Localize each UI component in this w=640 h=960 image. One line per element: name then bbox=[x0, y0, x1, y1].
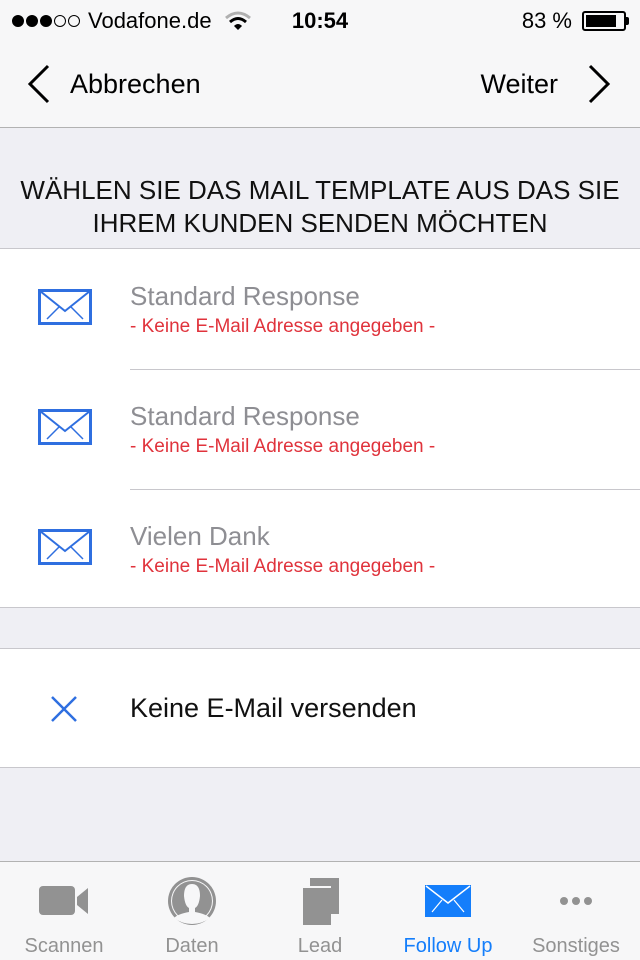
status-bar: Vodafone.de 10:54 83 % bbox=[0, 0, 640, 40]
more-icon bbox=[560, 897, 592, 905]
battery-icon bbox=[582, 11, 630, 31]
cancel-label: Abbrechen bbox=[70, 68, 201, 99]
tab-daten[interactable]: Daten bbox=[128, 862, 256, 960]
template-title: Standard Response bbox=[130, 281, 360, 311]
section-header: WÄHLEN SIE DAS MAIL TEMPLATE AUS DAS SIE… bbox=[20, 175, 620, 238]
mail-icon bbox=[38, 289, 92, 325]
tab-bar: Scannen Daten Lead Follow Up Sonstiges bbox=[0, 861, 640, 960]
no-mail-option[interactable]: Keine E-Mail versenden bbox=[0, 649, 640, 767]
template-row[interactable]: Vielen Dank - Keine E-Mail Adresse angeg… bbox=[0, 489, 640, 609]
tab-sonstiges[interactable]: Sonstiges bbox=[512, 862, 640, 960]
cancel-button[interactable]: Abbrechen bbox=[26, 64, 201, 104]
navigation-bar: Abbrechen Weiter bbox=[0, 40, 640, 128]
chevron-left-icon bbox=[27, 64, 50, 104]
mail-icon bbox=[38, 529, 92, 565]
no-mail-label: Keine E-Mail versenden bbox=[130, 693, 417, 723]
tab-label: Lead bbox=[297, 935, 343, 957]
tab-label: Follow Up bbox=[403, 935, 493, 957]
tab-label: Sonstiges bbox=[532, 935, 620, 957]
template-subtitle: - Keine E-Mail Adresse angegeben - bbox=[130, 436, 436, 457]
battery-percentage: 83 % bbox=[521, 8, 572, 33]
tab-label: Scannen bbox=[24, 935, 104, 957]
video-camera-icon bbox=[39, 886, 88, 915]
tab-follow-up[interactable]: Follow Up bbox=[384, 862, 512, 960]
chevron-right-icon bbox=[588, 64, 611, 104]
template-row[interactable]: Standard Response - Keine E-Mail Adresse… bbox=[0, 369, 640, 489]
template-title: Vielen Dank bbox=[130, 521, 270, 551]
next-button[interactable]: Weiter bbox=[480, 64, 612, 104]
template-list: Standard Response - Keine E-Mail Adresse… bbox=[0, 248, 640, 608]
template-title: Standard Response bbox=[130, 401, 360, 431]
mail-icon bbox=[425, 885, 471, 917]
documents-icon bbox=[301, 878, 339, 925]
template-row[interactable]: Standard Response - Keine E-Mail Adresse… bbox=[0, 249, 640, 369]
close-icon bbox=[51, 696, 77, 722]
next-label: Weiter bbox=[480, 68, 558, 99]
no-mail-group: Keine E-Mail versenden bbox=[0, 648, 640, 768]
template-subtitle: - Keine E-Mail Adresse angegeben - bbox=[130, 316, 436, 337]
person-icon bbox=[168, 877, 216, 925]
template-subtitle: - Keine E-Mail Adresse angegeben - bbox=[130, 556, 436, 577]
status-right: 83 % bbox=[522, 8, 630, 34]
tab-label: Daten bbox=[165, 935, 219, 957]
tab-lead[interactable]: Lead bbox=[256, 862, 384, 960]
mail-icon bbox=[38, 409, 92, 445]
tab-scannen[interactable]: Scannen bbox=[0, 862, 128, 960]
